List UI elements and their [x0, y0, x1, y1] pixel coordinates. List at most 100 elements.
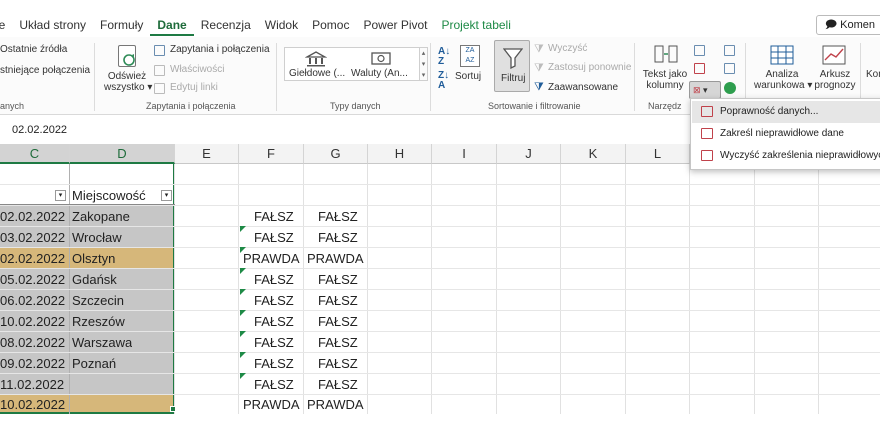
table-cell-c[interactable]: 05.02.2022: [0, 269, 65, 290]
data-validation-button[interactable]: ⊠ ▾: [689, 81, 721, 99]
table-cell-c[interactable]: 10.02.2022: [0, 395, 65, 414]
tab-formulas[interactable]: Formuły: [93, 14, 150, 36]
outline-button[interactable]: Kon: [866, 69, 880, 80]
formula-cell-f[interactable]: PRAWDA: [243, 248, 300, 269]
refresh-all-button[interactable]: Odśwież wszystko ▾: [104, 71, 152, 93]
formula-cell-f[interactable]: PRAWDA: [243, 395, 300, 414]
sort-za-icon[interactable]: Z↓ A: [438, 71, 449, 91]
relationships-icon[interactable]: [724, 63, 735, 74]
forecast-sheet-button[interactable]: Arkusz prognozy: [812, 69, 858, 91]
formula-cell-g[interactable]: PRAWDA: [307, 248, 364, 269]
currencies-type-button[interactable]: Waluty (An...: [351, 68, 408, 79]
error-indicator-icon[interactable]: [240, 352, 246, 358]
error-indicator-icon[interactable]: [240, 331, 246, 337]
column-header-g[interactable]: G: [304, 144, 368, 164]
column-header-j[interactable]: J: [497, 144, 561, 164]
formula-cell-f[interactable]: FAŁSZ: [254, 290, 294, 311]
table-cell-d[interactable]: Olsztyn: [72, 248, 115, 269]
formula-cell-f[interactable]: FAŁSZ: [254, 206, 294, 227]
formula-cell-g[interactable]: FAŁSZ: [318, 332, 358, 353]
column-header-k[interactable]: K: [561, 144, 626, 164]
tab-page-layout[interactable]: Układ strony: [12, 14, 93, 36]
table-cell-d[interactable]: Rzeszów: [72, 311, 125, 332]
error-indicator-icon[interactable]: [240, 289, 246, 295]
tab-help[interactable]: Pomoc: [305, 14, 356, 36]
formula-cell-g[interactable]: FAŁSZ: [318, 311, 358, 332]
menu-item-circle-invalid[interactable]: Zakreśl nieprawidłowe dane: [692, 123, 880, 145]
column-header-c[interactable]: C: [0, 144, 70, 164]
properties-button[interactable]: Właściwości: [170, 64, 224, 75]
table-cell-d[interactable]: Gdańsk: [72, 269, 117, 290]
tab-view[interactable]: Widok: [258, 14, 305, 36]
data-types-gallery[interactable]: Giełdowe (... Waluty (An...: [284, 47, 420, 81]
column-header-d[interactable]: D: [70, 144, 175, 164]
existing-connections-button[interactable]: stniejące połączenia: [0, 65, 90, 76]
remove-duplicates-icon[interactable]: [694, 63, 705, 74]
consolidate-icon[interactable]: [724, 45, 735, 56]
error-indicator-icon[interactable]: [240, 247, 246, 253]
formula-cell-f[interactable]: FAŁSZ: [254, 332, 294, 353]
text-to-columns-button[interactable]: Tekst jako kolumny: [640, 69, 690, 91]
menu-item-data-validation[interactable]: Poprawność danych...: [692, 101, 880, 123]
formula-cell-f[interactable]: FAŁSZ: [254, 311, 294, 332]
table-cell-c[interactable]: 06.02.2022: [0, 290, 65, 311]
formula-cell-g[interactable]: FAŁSZ: [318, 269, 358, 290]
table-cell-d[interactable]: Wrocław: [72, 227, 122, 248]
sort-az-icon[interactable]: A↓ Z: [438, 47, 450, 67]
table-cell-c[interactable]: 10.02.2022: [0, 311, 65, 332]
column-header-i[interactable]: I: [432, 144, 497, 164]
formula-cell-f[interactable]: FAŁSZ: [254, 269, 294, 290]
error-indicator-icon[interactable]: [240, 268, 246, 274]
formula-cell-f[interactable]: FAŁSZ: [254, 227, 294, 248]
filter-dropdown-icon[interactable]: ▾: [55, 190, 66, 201]
data-types-scroll[interactable]: ▴ ▾ ▾: [420, 47, 428, 81]
clear-filter-button[interactable]: Wyczyść: [548, 43, 587, 54]
formula-cell-f[interactable]: FAŁSZ: [254, 353, 294, 374]
table-cell-d[interactable]: Szczecin: [72, 290, 124, 311]
table-cell-c[interactable]: 03.02.2022: [0, 227, 65, 248]
advanced-filter-button[interactable]: Zaawansowane: [548, 82, 618, 93]
what-if-analysis-button[interactable]: Analiza warunkowa ▾: [754, 69, 812, 91]
formula-cell-g[interactable]: FAŁSZ: [318, 374, 358, 395]
tab-power-pivot[interactable]: Power Pivot: [356, 14, 434, 36]
column-header-l[interactable]: L: [626, 144, 690, 164]
formula-cell-g[interactable]: FAŁSZ: [318, 353, 358, 374]
tab-review[interactable]: Recenzja: [194, 14, 258, 36]
recent-sources-button[interactable]: Ostatnie źródła: [0, 44, 67, 55]
table-cell-c[interactable]: 02.02.2022: [0, 248, 65, 269]
column-header-e[interactable]: E: [175, 144, 239, 164]
filter-dropdown-icon[interactable]: ▾: [161, 190, 172, 201]
worksheet-grid[interactable]: C D E F G H I J K L ▾ Miejscowość ▾ 02.0…: [0, 144, 880, 414]
error-indicator-icon[interactable]: [240, 226, 246, 232]
comments-button[interactable]: 🗩 Komen: [815, 15, 880, 35]
table-cell-d[interactable]: Poznań: [72, 353, 116, 374]
formula-cell-g[interactable]: FAŁSZ: [318, 227, 358, 248]
sort-button[interactable]: Sortuj: [455, 71, 481, 82]
queries-connections-button[interactable]: Zapytania i połączenia: [170, 44, 270, 55]
table-cell-c[interactable]: 09.02.2022: [0, 353, 65, 374]
menu-item-clear-circles[interactable]: Wyczyść zakreślenia nieprawidłowych d: [692, 145, 880, 167]
flash-fill-icon[interactable]: [694, 45, 705, 56]
formula-cell-f[interactable]: FAŁSZ: [254, 374, 294, 395]
reapply-button[interactable]: Zastosuj ponownie: [548, 62, 631, 73]
column-header-h[interactable]: H: [368, 144, 432, 164]
table-cell-d[interactable]: Zakopane: [72, 206, 130, 227]
filter-button[interactable]: Filtruj: [494, 40, 530, 92]
error-indicator-icon[interactable]: [240, 310, 246, 316]
formula-cell-g[interactable]: FAŁSZ: [318, 206, 358, 227]
table-cell-d[interactable]: Warszawa: [72, 332, 132, 353]
formula-cell-g[interactable]: PRAWDA: [307, 395, 364, 414]
tab-table-design[interactable]: Projekt tabeli: [435, 14, 518, 36]
fill-handle[interactable]: [170, 406, 176, 412]
error-indicator-icon[interactable]: [240, 373, 246, 379]
table-cell-c[interactable]: 02.02.2022: [0, 206, 65, 227]
table-cell-c[interactable]: 08.02.2022: [0, 332, 65, 353]
tab-data[interactable]: Dane: [150, 14, 194, 36]
formula-cell-g[interactable]: FAŁSZ: [318, 290, 358, 311]
column-header-f[interactable]: F: [239, 144, 304, 164]
manage-data-model-icon[interactable]: [724, 82, 736, 94]
tab-insert-partial[interactable]: ie: [0, 14, 12, 36]
table-cell-c[interactable]: 11.02.2022: [0, 374, 64, 395]
stocks-type-button[interactable]: Giełdowe (...: [289, 68, 345, 79]
edit-links-button[interactable]: Edytuj linki: [170, 82, 218, 93]
